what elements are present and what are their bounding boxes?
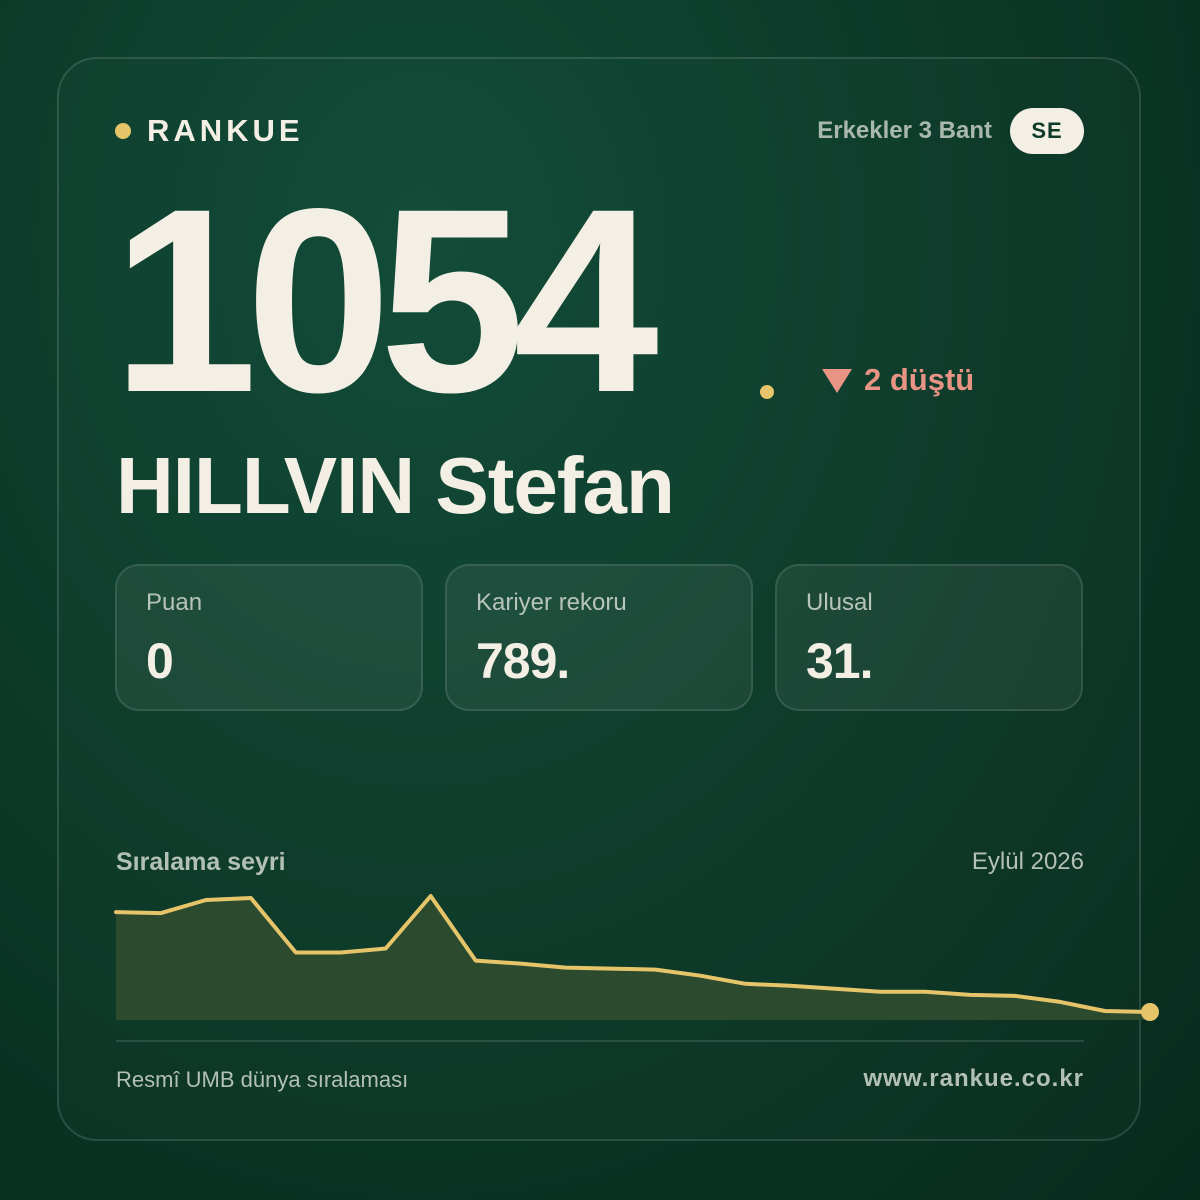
rank-history-chart [114, 894, 1159, 1021]
footer-url[interactable]: www.rankue.co.kr [863, 1065, 1084, 1093]
latest-point [1141, 1003, 1159, 1021]
rank-area [116, 896, 1150, 1020]
divider [116, 1040, 1084, 1042]
footer-source: Resmî UMB dünya sıralaması [116, 1067, 409, 1092]
